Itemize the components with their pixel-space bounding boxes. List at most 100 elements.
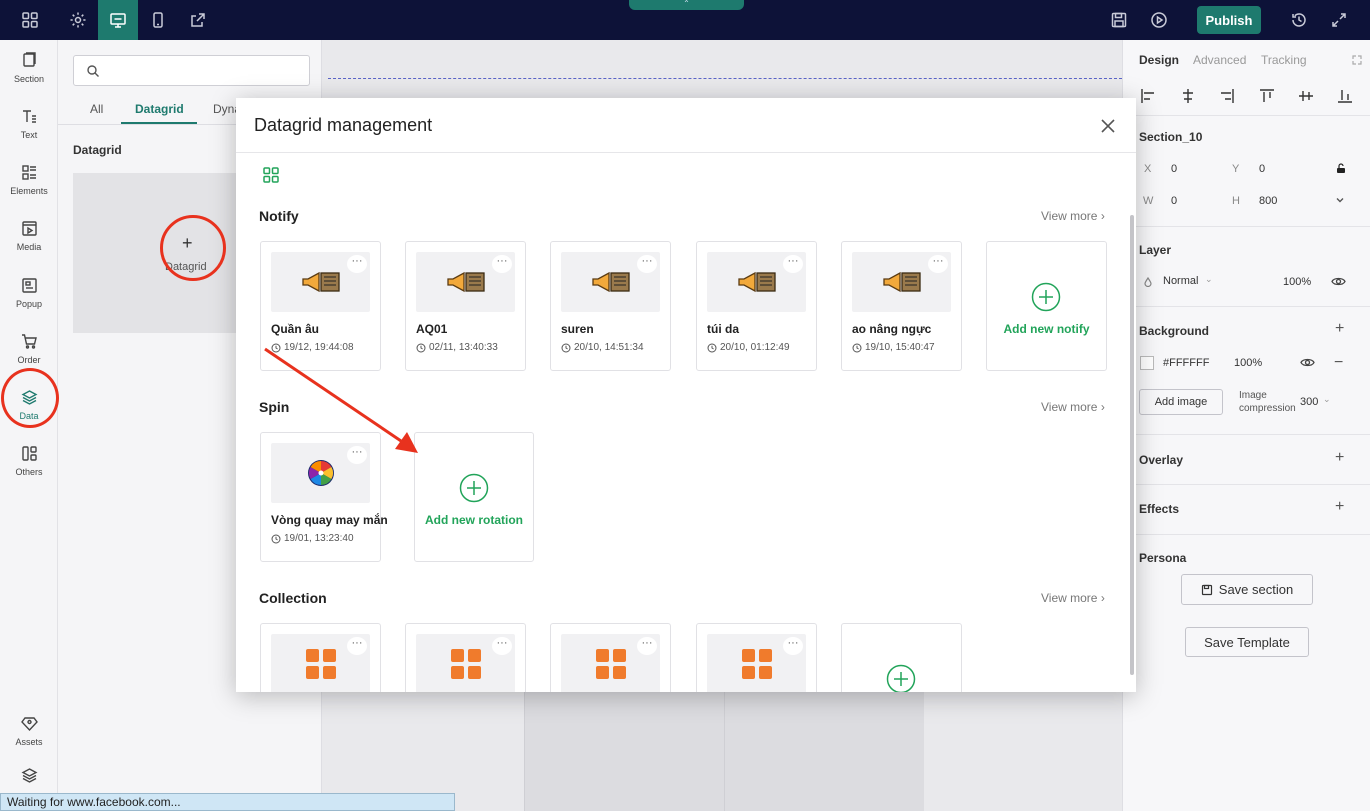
rail-item-assets[interactable]: Assets [0, 703, 58, 759]
mobile-view-icon[interactable] [138, 0, 178, 40]
card-more-menu-icon[interactable]: ··· [637, 637, 657, 655]
rail-item-layers-bottom[interactable] [0, 760, 58, 796]
section-name-label: Section_10 [1139, 130, 1203, 144]
collection-view-more-link[interactable]: View more › [1041, 591, 1105, 605]
close-icon[interactable] [1098, 116, 1118, 136]
rail-item-elements[interactable]: Elements [0, 152, 58, 208]
save-section-button[interactable]: Save section [1181, 574, 1313, 605]
card-name: ao nâng ngực [852, 322, 932, 336]
section-guide-line [328, 78, 1122, 79]
publish-button[interactable]: Publish [1197, 6, 1261, 34]
save-floppy-icon[interactable] [1099, 0, 1139, 40]
divider [1123, 484, 1370, 485]
add-new-rotation-label: Add new rotation [425, 513, 523, 527]
align-left-icon[interactable] [1140, 88, 1156, 104]
history-icon[interactable] [1279, 0, 1319, 40]
add-background-plus-icon[interactable]: + [1335, 320, 1344, 338]
tab-design[interactable]: Design [1139, 53, 1179, 67]
spin-card[interactable]: ··· Vòng quay may mắn 19/01, 13:23:40 [260, 432, 388, 562]
notify-card[interactable]: ··· suren 20/10, 14:51:34 [550, 241, 671, 371]
rail-item-media[interactable]: Media [0, 208, 58, 264]
canvas-column-divider [724, 690, 725, 811]
collapse-panel-icon[interactable] [1352, 55, 1362, 65]
share-export-icon[interactable] [178, 0, 218, 40]
grid-view-icon[interactable] [262, 166, 280, 184]
align-bottom-icon[interactable] [1337, 88, 1353, 104]
save-template-button[interactable]: Save Template [1185, 627, 1309, 657]
notify-card[interactable]: ··· ao nâng ngực 19/10, 15:40:47 [841, 241, 962, 371]
align-top-icon[interactable] [1259, 88, 1275, 104]
card-more-menu-icon[interactable]: ··· [783, 637, 803, 655]
spin-view-more-link[interactable]: View more › [1041, 400, 1105, 414]
background-heading: Background [1139, 324, 1210, 338]
background-color-swatch[interactable] [1140, 356, 1154, 370]
chevron-down-icon[interactable] [1335, 195, 1345, 205]
background-opacity-value[interactable]: 100% [1234, 357, 1262, 369]
blend-mode-select[interactable]: Normal [1163, 275, 1198, 287]
notify-card[interactable]: ··· AQ01 02/11, 13:40:33 [405, 241, 526, 371]
chevron-down-icon: ⌄ [1323, 394, 1331, 404]
add-overlay-plus-icon[interactable]: + [1335, 449, 1344, 467]
card-time-text: 20/10, 14:51:34 [574, 342, 644, 353]
collapse-toolbar-handle[interactable]: ⌃ [629, 0, 744, 10]
modal-body: Notify View more › ··· Quần âu 19/12, 19… [236, 153, 1136, 692]
rail-item-text[interactable]: Text [0, 96, 58, 152]
card-more-menu-icon[interactable]: ··· [492, 255, 512, 273]
panel-tab-all[interactable]: All [90, 102, 103, 116]
settings-gear-icon[interactable] [58, 0, 98, 40]
notify-view-more-link[interactable]: View more › [1041, 209, 1105, 223]
layer-opacity-value[interactable]: 100% [1283, 276, 1311, 288]
card-more-menu-icon[interactable]: ··· [347, 255, 367, 273]
add-image-button[interactable]: Add image [1139, 389, 1223, 415]
top-bar: ⌃ Publish [0, 0, 1370, 40]
w-input[interactable]: 0 [1171, 195, 1177, 207]
add-new-rotation-card[interactable]: Add new rotation [414, 432, 534, 562]
rail-item-others[interactable]: Others [0, 433, 58, 489]
panel-search-input[interactable] [73, 55, 310, 86]
clock-icon [852, 343, 862, 352]
add-new-notify-card[interactable]: Add new notify [986, 241, 1107, 371]
modal-scrollbar[interactable] [1130, 215, 1134, 675]
card-more-menu-icon[interactable]: ··· [492, 637, 512, 655]
h-label: H [1232, 195, 1240, 207]
rail-item-label: Text [20, 130, 38, 140]
align-middle-vertical-icon[interactable] [1298, 88, 1314, 104]
lock-icon[interactable] [1335, 162, 1347, 174]
tab-tracking[interactable]: Tracking [1261, 53, 1307, 67]
browser-status-bar: Waiting for www.facebook.com... [0, 793, 455, 811]
fullscreen-expand-icon[interactable] [1319, 0, 1359, 40]
y-input[interactable]: 0 [1259, 163, 1265, 175]
notify-card[interactable]: ··· Quần âu 19/12, 19:44:08 [260, 241, 381, 371]
card-more-menu-icon[interactable]: ··· [928, 255, 948, 273]
align-center-horizontal-icon[interactable] [1180, 88, 1196, 104]
remove-background-minus-icon[interactable]: − [1334, 354, 1343, 372]
card-more-menu-icon[interactable]: ··· [347, 637, 367, 655]
image-compression-select[interactable]: 300 [1300, 396, 1318, 408]
cart-icon [21, 334, 37, 349]
rail-item-section[interactable]: Section [0, 40, 58, 96]
x-input[interactable]: 0 [1171, 163, 1177, 175]
card-more-menu-icon[interactable]: ··· [347, 446, 367, 464]
collection-card[interactable]: ··· [260, 623, 381, 692]
rail-item-popup[interactable]: Popup [0, 265, 58, 321]
notify-card[interactable]: ··· túi da 20/10, 01:12:49 [696, 241, 817, 371]
card-more-menu-icon[interactable]: ··· [637, 255, 657, 273]
collection-card[interactable]: ··· [405, 623, 526, 692]
desktop-view-icon[interactable] [98, 0, 138, 40]
eye-icon[interactable] [1300, 356, 1315, 369]
collection-grid-icon [450, 649, 481, 679]
background-color-value[interactable]: #FFFFFF [1163, 357, 1209, 369]
collection-card[interactable]: ··· [696, 623, 817, 692]
tab-advanced[interactable]: Advanced [1193, 53, 1246, 67]
collection-card[interactable]: ··· [550, 623, 671, 692]
h-input[interactable]: 800 [1259, 195, 1277, 207]
preview-play-icon[interactable] [1139, 0, 1179, 40]
align-right-icon[interactable] [1219, 88, 1235, 104]
panel-tab-datagrid[interactable]: Datagrid [135, 102, 184, 116]
megaphone-icon [301, 271, 340, 293]
apps-grid-icon[interactable] [10, 0, 50, 40]
add-new-collection-card[interactable] [841, 623, 962, 692]
add-effect-plus-icon[interactable]: + [1335, 498, 1344, 516]
eye-icon[interactable] [1331, 275, 1346, 288]
card-more-menu-icon[interactable]: ··· [783, 255, 803, 273]
